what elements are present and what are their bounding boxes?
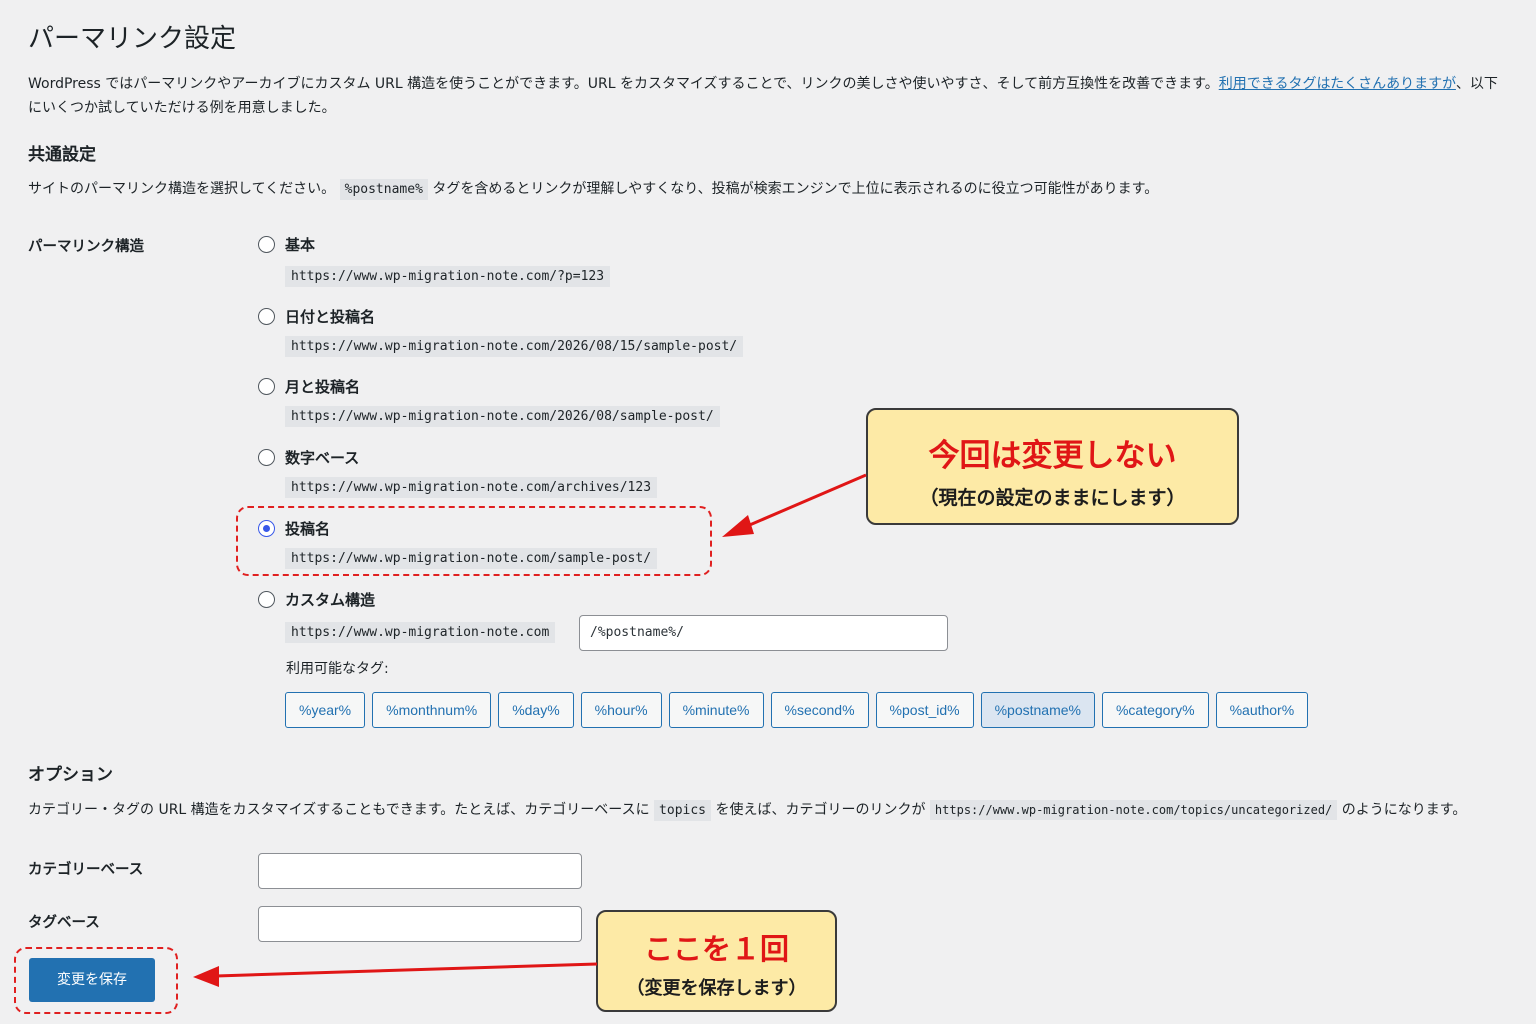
arrow-to-save-line [215, 962, 598, 978]
arrow-to-postname-head [722, 515, 754, 537]
arrow-to-save-head [193, 966, 219, 987]
annotation-arrows [193, 473, 867, 987]
arrow-to-postname-line [744, 473, 867, 529]
